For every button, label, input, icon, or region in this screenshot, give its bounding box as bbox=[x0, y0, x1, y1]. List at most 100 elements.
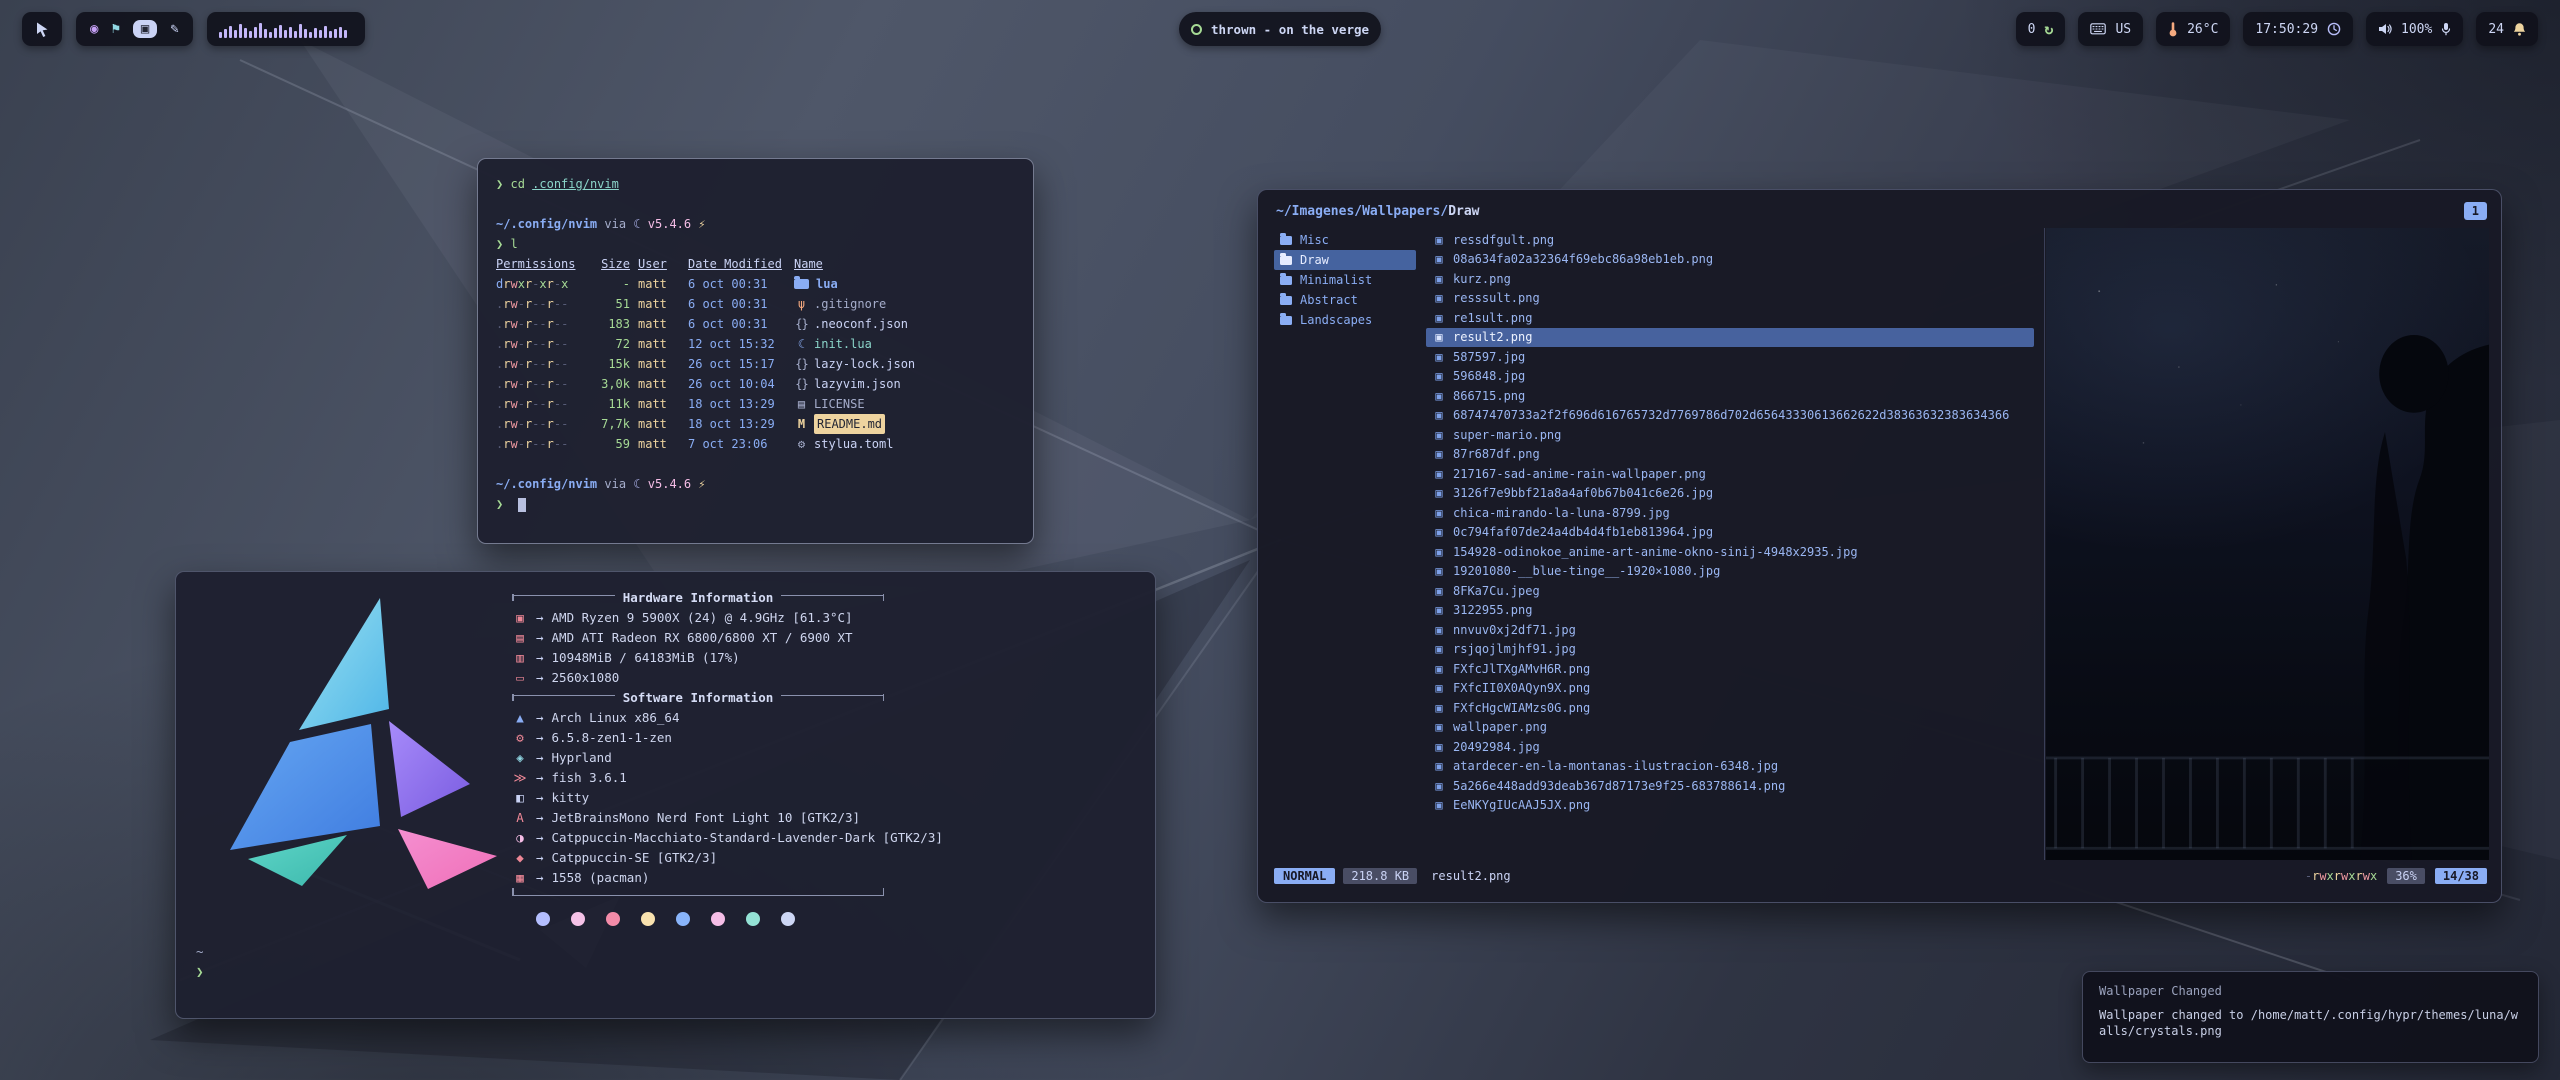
file-item[interactable]: FXfcII0X0AQyn9X.png bbox=[1426, 679, 2034, 699]
file-item[interactable]: rsjqojlmjhf91.jpg bbox=[1426, 640, 2034, 660]
keyboard-layout-module[interactable]: US bbox=[2078, 12, 2143, 46]
weather-module[interactable]: 26°C bbox=[2156, 12, 2230, 46]
file-permissions: .rw-r--r-- bbox=[496, 354, 578, 374]
file-name: 8FKa7Cu.jpeg bbox=[1453, 584, 1540, 598]
file-manager-window[interactable]: ~/Imagenes/Wallpapers/ Draw 1 MiscDrawMi… bbox=[1257, 189, 2502, 903]
visualizer-bar bbox=[229, 26, 232, 38]
file-item[interactable]: 08a634fa02a32364f69ebc86a98eb1eb.png bbox=[1426, 250, 2034, 270]
file-size: 72 bbox=[586, 334, 630, 354]
notifications-module[interactable]: 24 bbox=[2476, 12, 2538, 46]
workspace-4[interactable]: ✎ bbox=[170, 22, 178, 36]
file-item[interactable]: chica-mirando-la-luna-8799.jpg bbox=[1426, 503, 2034, 523]
file-item[interactable]: resssult.png bbox=[1426, 289, 2034, 309]
file-name-text: stylua.toml bbox=[814, 434, 893, 454]
file-item[interactable]: 0c794faf07de24a4db4d4fb1eb813964.jpg bbox=[1426, 523, 2034, 543]
arrow-icon: → bbox=[536, 708, 544, 728]
file-item[interactable]: 154928-odinokoe_anime-art-anime-okno-sin… bbox=[1426, 542, 2034, 562]
file-item[interactable]: 596848.jpg bbox=[1426, 367, 2034, 387]
volume-module[interactable]: 100% bbox=[2366, 12, 2463, 46]
image-file-icon bbox=[1432, 681, 1446, 695]
file-item[interactable]: 19201080-__blue-tinge__-1920×1080.jpg bbox=[1426, 562, 2034, 582]
file-name: .gitignore bbox=[794, 294, 1015, 314]
file-row: .rw-r--r--11kmatt18 oct 13:29LICENSE bbox=[496, 394, 1015, 414]
file-item[interactable]: 3126f7e9bbf21a8a4af0b67b041c6e26.jpg bbox=[1426, 484, 2034, 504]
distro-logo bbox=[194, 586, 512, 898]
sidebar-folder-minimalist[interactable]: Minimalist bbox=[1274, 270, 1416, 290]
info-text: Catppuccin-SE [GTK2/3] bbox=[552, 848, 718, 868]
info-line-kernel: ⚙→6.5.8-zen1-1-zen bbox=[512, 728, 1137, 748]
file-item[interactable]: 587597.jpg bbox=[1426, 347, 2034, 367]
sidebar-folder-draw[interactable]: Draw bbox=[1274, 250, 1416, 270]
launcher-button[interactable] bbox=[22, 12, 62, 46]
file-item[interactable]: 68747470733a2f2f696d616765732d7769786d70… bbox=[1426, 406, 2034, 426]
file-item[interactable]: 8FKa7Cu.jpeg bbox=[1426, 581, 2034, 601]
file-name: FXfcII0X0AQyn9X.png bbox=[1453, 681, 1590, 695]
file-item[interactable]: EeNKYgIUcAAJ5JX.png bbox=[1426, 796, 2034, 816]
visualizer-bar bbox=[249, 31, 252, 38]
theme-icon: ◑ bbox=[512, 828, 528, 848]
file-name: resssult.png bbox=[1453, 291, 1540, 305]
file-size: - bbox=[586, 274, 630, 294]
file-owner: matt bbox=[638, 274, 680, 294]
notification-popup[interactable]: Wallpaper Changed Wallpaper changed to /… bbox=[2082, 971, 2539, 1063]
file-name: atardecer-en-la-montanas-ilustracion-634… bbox=[1453, 759, 1778, 773]
file-item[interactable]: re1sult.png bbox=[1426, 308, 2034, 328]
info-text: 1558 (pacman) bbox=[552, 868, 650, 888]
resolution-icon: ▭ bbox=[512, 668, 528, 688]
file-item[interactable]: 217167-sad-anime-rain-wallpaper.png bbox=[1426, 464, 2034, 484]
media-player-module[interactable]: thrown - on the verge bbox=[1179, 12, 1381, 46]
sidebar-folder-landscapes[interactable]: Landscapes bbox=[1274, 310, 1416, 330]
arrow-icon: → bbox=[536, 768, 544, 788]
info-line-os: ▲→Arch Linux x86_64 bbox=[512, 708, 1137, 728]
file-date: 6 oct 00:31 bbox=[688, 314, 786, 334]
sidebar-folder-misc[interactable]: Misc bbox=[1274, 230, 1416, 250]
file-item[interactable]: 3122955.png bbox=[1426, 601, 2034, 621]
workspace-1[interactable]: ◉ bbox=[90, 22, 98, 36]
folder-icon bbox=[794, 279, 809, 289]
terminal-window[interactable]: ❯ cd .config/nvim ~/.config/nvim via ☾ v… bbox=[477, 158, 1034, 544]
wm-icon: ◈ bbox=[512, 748, 528, 768]
palette-dot bbox=[571, 912, 585, 926]
rule-line bbox=[512, 595, 615, 602]
file-item[interactable]: FXfcHgcWIAMzs0G.png bbox=[1426, 698, 2034, 718]
file-size: 7,7k bbox=[586, 414, 630, 434]
file-item[interactable]: kurz.png bbox=[1426, 269, 2034, 289]
media-player-icon bbox=[1191, 24, 1202, 35]
rule-line bbox=[781, 595, 884, 602]
file-item[interactable]: 87r687df.png bbox=[1426, 445, 2034, 465]
file-list: ressdfgult.png08a634fa02a32364f69ebc86a9… bbox=[1416, 228, 2034, 860]
file-item[interactable]: wallpaper.png bbox=[1426, 718, 2034, 738]
file-item[interactable]: ressdfgult.png bbox=[1426, 230, 2034, 250]
file-item[interactable]: 866715.png bbox=[1426, 386, 2034, 406]
workspace-3[interactable]: ▣ bbox=[133, 20, 157, 38]
arrow-icon: → bbox=[536, 748, 544, 768]
file-item[interactable]: nnvuv0xj2df71.jpg bbox=[1426, 620, 2034, 640]
file-row: drwxr-xr-x-matt6 oct 00:31lua bbox=[496, 274, 1015, 294]
packages-icon: ▦ bbox=[512, 868, 528, 888]
listing-header: Permissions Size User Date Modified Name bbox=[496, 254, 1015, 274]
file-item[interactable]: 5a266e448add93deab367d87173e9f25-6837886… bbox=[1426, 776, 2034, 796]
file-item[interactable]: 20492984.jpg bbox=[1426, 737, 2034, 757]
section-header: Hardware Information bbox=[512, 588, 884, 608]
sidebar-folder-abstract[interactable]: Abstract bbox=[1274, 290, 1416, 310]
gear-icon bbox=[794, 434, 809, 454]
updates-module[interactable]: 0 ↻ bbox=[2016, 12, 2066, 46]
workspace-2[interactable]: ⚑ bbox=[111, 22, 119, 36]
image-file-icon bbox=[1432, 272, 1446, 286]
file-item[interactable]: super-mario.png bbox=[1426, 425, 2034, 445]
info-line-icons: ◆→Catppuccin-SE [GTK2/3] bbox=[512, 848, 1137, 868]
file-owner: matt bbox=[638, 374, 680, 394]
file-item[interactable]: result2.png bbox=[1426, 328, 2034, 348]
file-item[interactable]: atardecer-en-la-montanas-ilustracion-634… bbox=[1426, 757, 2034, 777]
image-file-icon bbox=[1432, 779, 1446, 793]
file-name: kurz.png bbox=[1453, 272, 1511, 286]
clock-module[interactable]: 17:50:29 bbox=[2243, 12, 2353, 46]
fetch-terminal-window[interactable]: Hardware Information▣→AMD Ryzen 9 5900X … bbox=[175, 571, 1156, 1019]
tab-badge[interactable]: 1 bbox=[2464, 202, 2487, 220]
file-item[interactable]: FXfcJlTXgAMvH6R.png bbox=[1426, 659, 2034, 679]
arrow-icon: → bbox=[536, 648, 544, 668]
audio-visualizer-module[interactable] bbox=[207, 12, 365, 46]
file-permissions: .rw-r--r-- bbox=[496, 334, 578, 354]
file-name: wallpaper.png bbox=[1453, 720, 1547, 734]
file-owner: matt bbox=[638, 314, 680, 334]
